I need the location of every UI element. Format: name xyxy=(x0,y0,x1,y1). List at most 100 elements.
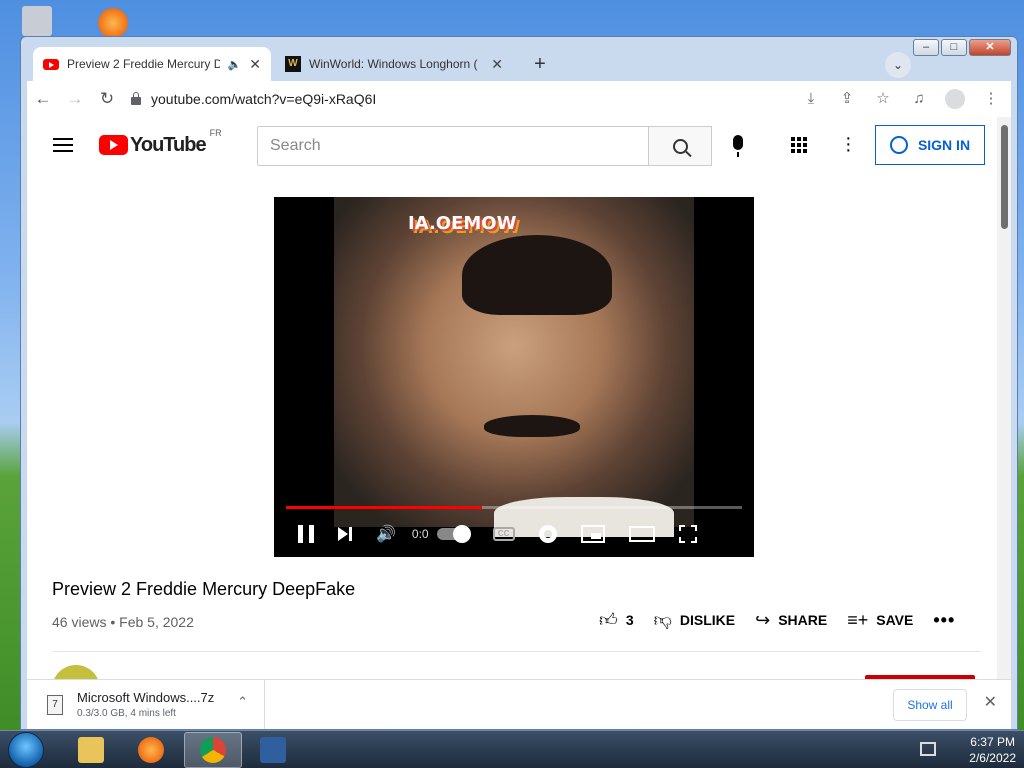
share-button[interactable]: ↪ SHARE xyxy=(755,610,827,631)
share-label: SHARE xyxy=(778,612,828,628)
tab-winworld[interactable]: W WinWorld: Windows Longhorn ( ✕ xyxy=(275,47,513,81)
save-button[interactable]: ≡+ SAVE xyxy=(847,610,913,631)
tab-strip: Preview 2 Freddie Mercury De 🔈 ✕ W WinWo… xyxy=(27,45,1011,81)
video-watermark: IA.OEMOW xyxy=(408,213,517,234)
recycle-bin-icon[interactable] xyxy=(22,6,52,36)
video-meta: 46 views • Feb 5, 2022 xyxy=(52,614,194,630)
firefox-desktop-icon[interactable] xyxy=(98,8,128,38)
close-tab-icon[interactable]: ✕ xyxy=(249,56,261,73)
address-bar[interactable]: youtube.com/watch?v=eQ9i-xRaQ6I xyxy=(131,91,376,107)
bookmark-star-icon[interactable]: ☆ xyxy=(867,83,899,115)
settings-gear-icon[interactable] xyxy=(538,525,557,543)
save-label: SAVE xyxy=(876,612,914,628)
like-count: 3 xyxy=(625,612,634,628)
video-player[interactable]: IA.OEMOW 🔊 0:0 CC xyxy=(274,197,754,557)
video-title: Preview 2 Freddie Mercury DeepFake xyxy=(52,579,356,599)
theater-mode-icon[interactable] xyxy=(628,526,655,542)
volume-icon[interactable]: 🔊 xyxy=(376,524,396,544)
folder-icon xyxy=(78,737,104,763)
media-control-icon[interactable]: ♫ xyxy=(903,83,935,115)
mouse-cursor-icon xyxy=(418,621,430,639)
chrome-icon xyxy=(200,737,226,763)
search-icon xyxy=(672,138,688,154)
user-icon xyxy=(889,136,908,154)
scroll-thumb[interactable] xyxy=(1001,125,1008,229)
chrome-menu-icon[interactable]: ⋮ xyxy=(975,83,1007,115)
forward-arrow-icon[interactable]: → xyxy=(59,83,91,115)
network-icon[interactable] xyxy=(920,742,936,756)
chevron-up-icon[interactable]: ⌃ xyxy=(237,694,248,710)
more-actions-icon[interactable]: ••• xyxy=(933,610,955,631)
chrome-window: – □ ✕ Preview 2 Freddie Mercury De 🔈 ✕ W… xyxy=(20,36,1018,730)
show-all-label: Show all xyxy=(907,698,953,712)
progress-bar[interactable] xyxy=(286,506,742,509)
pause-icon[interactable] xyxy=(298,525,314,543)
dislike-button[interactable]: 👎︎ DISLIKE xyxy=(654,609,736,631)
fullscreen-icon[interactable] xyxy=(678,525,697,543)
taskbar: 6:37 PM 2/6/2022 xyxy=(0,730,1024,768)
youtube-favicon-icon xyxy=(43,58,59,70)
youtube-logo[interactable]: YouTube FR xyxy=(99,128,222,157)
new-tab-button[interactable]: + xyxy=(527,52,553,78)
install-app-icon[interactable]: ⤓ xyxy=(795,83,827,115)
close-shelf-icon[interactable]: ✕ xyxy=(984,692,997,712)
close-tab-icon[interactable]: ✕ xyxy=(491,56,503,73)
search-placeholder: Search xyxy=(270,137,321,154)
video-frame: IA.OEMOW xyxy=(334,197,694,537)
tab-title: WinWorld: Windows Longhorn ( xyxy=(309,57,478,71)
start-button[interactable] xyxy=(8,732,44,768)
tab-youtube[interactable]: Preview 2 Freddie Mercury De 🔈 ✕ xyxy=(33,47,271,81)
taskbar-firefox[interactable] xyxy=(122,732,180,768)
like-button[interactable]: 👍︎ 3 xyxy=(599,609,634,631)
hamburger-menu-icon[interactable] xyxy=(53,138,73,152)
microphone-icon[interactable] xyxy=(733,135,743,157)
taskbar-file-explorer[interactable] xyxy=(62,732,120,768)
sign-in-label: SIGN IN xyxy=(917,137,971,153)
reload-icon[interactable]: ↻ xyxy=(91,83,123,115)
video-actions: 👍︎ 3 👎︎ DISLIKE ↪ SHARE ≡+ SAVE ••• xyxy=(599,609,955,631)
firefox-icon xyxy=(138,737,164,763)
speaker-icon[interactable]: 🔈 xyxy=(228,58,242,71)
lock-icon[interactable] xyxy=(131,92,141,105)
download-shelf: 7 Microsoft Windows....7z 0.3/3.0 GB, 4 … xyxy=(27,679,1011,729)
system-clock[interactable]: 6:37 PM 2/6/2022 xyxy=(969,734,1016,766)
clock-time: 6:37 PM xyxy=(970,735,1015,749)
youtube-header: YouTube FR Search · · · SIGN IN xyxy=(27,117,989,173)
profile-avatar[interactable] xyxy=(945,89,965,109)
sign-in-button[interactable]: SIGN IN xyxy=(875,125,985,165)
archive-file-icon: 7 xyxy=(47,694,63,715)
thumbs-up-icon: 👍︎ xyxy=(599,610,618,630)
logo-text: YouTube xyxy=(130,133,207,156)
youtube-page: YouTube FR Search · · · SIGN IN IA.OEMOW… xyxy=(27,117,1011,681)
time-display: 0:0 xyxy=(411,527,429,541)
taskbar-chrome[interactable] xyxy=(184,732,242,768)
tab-title: Preview 2 Freddie Mercury De xyxy=(67,57,220,71)
country-code: FR xyxy=(209,127,222,138)
share-icon[interactable]: ⇪ xyxy=(831,83,863,115)
apps-grid-icon[interactable] xyxy=(791,137,807,153)
next-icon[interactable] xyxy=(338,527,352,541)
clock-date: 2/6/2022 xyxy=(969,751,1016,765)
autoplay-toggle[interactable] xyxy=(436,525,471,543)
playlist-add-icon: ≡+ xyxy=(847,609,869,630)
dislike-label: DISLIKE xyxy=(679,612,736,628)
download-item[interactable]: 7 Microsoft Windows....7z 0.3/3.0 GB, 4 … xyxy=(27,680,265,729)
thumbs-down-icon: 👎︎ xyxy=(653,610,672,630)
download-status: 0.3/3.0 GB, 4 mins left xyxy=(77,708,176,719)
divider xyxy=(52,651,981,652)
show-all-button[interactable]: Show all xyxy=(893,689,967,721)
toolbar-actions: ⤓ ⇪ ☆ ♫ ⋮ xyxy=(795,83,1007,115)
browser-toolbar: ← → ↻ youtube.com/watch?v=eQ9i-xRaQ6I ⤓ … xyxy=(27,81,1011,117)
search-button[interactable] xyxy=(648,126,712,166)
player-controls: 🔊 0:0 CC xyxy=(274,511,754,557)
progress-fill xyxy=(286,506,483,509)
captions-icon[interactable]: CC xyxy=(492,527,515,541)
miniplayer-icon[interactable] xyxy=(580,525,605,543)
search-input[interactable]: Search xyxy=(257,126,649,166)
taskbar-virtualbox[interactable] xyxy=(244,732,302,768)
page-scrollbar[interactable] xyxy=(997,117,1011,681)
settings-dots-icon[interactable]: · · · xyxy=(845,128,852,160)
download-file-name: Microsoft Windows....7z xyxy=(77,690,215,705)
back-arrow-icon[interactable]: ← xyxy=(27,83,59,115)
tab-search-chevron-icon[interactable]: ⌄ xyxy=(885,52,911,78)
